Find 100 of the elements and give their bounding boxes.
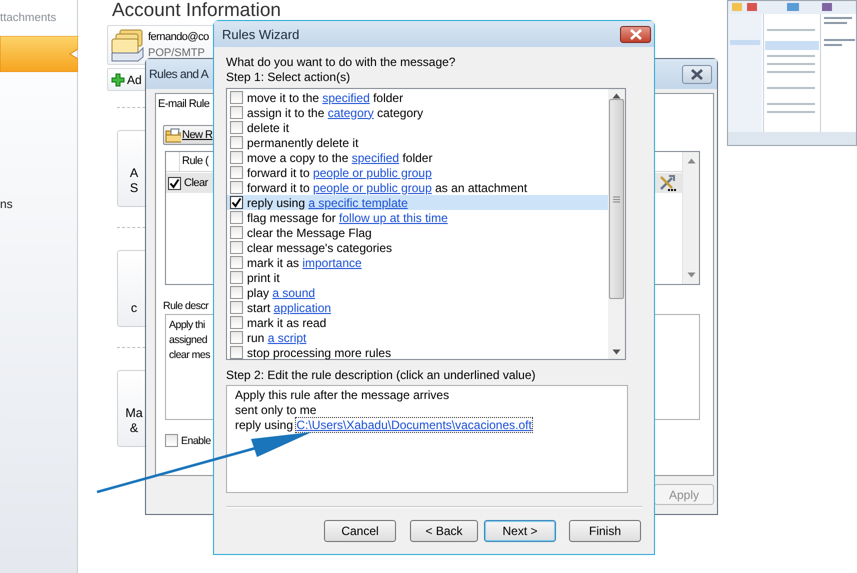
action-text: mark it as importance — [247, 256, 362, 270]
description-text: sent only to me — [235, 403, 316, 418]
checkbox[interactable] — [230, 121, 243, 134]
link[interactable]: a script — [268, 330, 306, 344]
rule-name: Clear — [184, 177, 208, 189]
action-item[interactable]: mark it as read — [227, 315, 608, 330]
folder-stack-icon — [110, 27, 146, 63]
page-heading: Account Information — [112, 0, 281, 22]
close-icon — [690, 68, 704, 80]
action-item[interactable]: clear the Message Flag — [227, 225, 608, 240]
link[interactable]: importance — [302, 256, 362, 270]
action-item[interactable]: assign it to the category category — [227, 105, 608, 120]
checkbox[interactable] — [230, 271, 243, 284]
link[interactable]: application — [274, 300, 332, 314]
action-item[interactable]: clear message's categories — [227, 240, 608, 255]
action-text: reply using a specific template — [247, 196, 408, 210]
action-text: print it — [247, 270, 280, 284]
description-text: reply using C:\Users\Xabadu\Documents\vacaciones.oft — [235, 418, 532, 433]
checkbox[interactable] — [165, 434, 178, 447]
account-email: fernando@co — [148, 30, 209, 45]
description-text: Apply thi — [169, 318, 205, 333]
link[interactable]: a specific template — [308, 196, 408, 210]
checkbox[interactable] — [230, 91, 243, 104]
close-button[interactable] — [620, 26, 651, 42]
link[interactable]: follow up at this time — [339, 210, 448, 224]
checkbox[interactable] — [230, 286, 243, 299]
dialog-button[interactable]: Cancel — [324, 520, 396, 542]
window-title: Rules and A — [149, 67, 208, 81]
checkbox[interactable] — [230, 181, 243, 194]
action-item[interactable]: forward it to people or public group — [227, 165, 608, 180]
action-item[interactable]: print it — [227, 270, 608, 285]
action-text: forward it to people or public group — [247, 166, 432, 180]
action-item[interactable]: stop processing more rules — [227, 345, 608, 360]
action-text: flag message for follow up at this time — [247, 210, 448, 224]
action-item[interactable]: move a copy to the specified folder — [227, 150, 608, 165]
checkbox[interactable] — [230, 316, 243, 329]
action-item[interactable]: flag message for follow up at this time — [227, 210, 608, 225]
action-text: move a copy to the specified folder — [247, 150, 432, 164]
action-item[interactable]: reply using a specific template — [227, 195, 608, 210]
action-item[interactable]: forward it to people or public group as an attachment — [227, 180, 608, 195]
action-text: forward it to people or public group as an attachment — [247, 180, 528, 194]
action-item[interactable]: start application — [227, 300, 608, 315]
action-text: clear the Message Flag — [247, 226, 372, 240]
action-text: mark it as read — [247, 316, 326, 330]
checkbox[interactable] — [230, 196, 243, 209]
account-type: POP/SMTP — [148, 46, 206, 61]
scrollbar[interactable] — [608, 89, 625, 359]
folder-icon — [165, 127, 181, 143]
scrollbar[interactable] — [682, 152, 699, 284]
checkbox[interactable] — [230, 136, 243, 149]
action-text: play a sound — [247, 286, 316, 300]
dialog-button[interactable]: Finish — [569, 520, 641, 542]
link[interactable]: category — [328, 106, 374, 120]
link[interactable]: specified — [352, 150, 400, 164]
checkbox[interactable] — [230, 346, 243, 359]
action-text: clear message's categories — [247, 240, 392, 254]
action-item[interactable]: run a script — [227, 330, 608, 345]
checkbox[interactable] — [230, 256, 243, 269]
grip-icon — [613, 196, 620, 202]
sidebar-item[interactable]: ns — [0, 196, 77, 212]
tools-icon — [658, 174, 676, 192]
link[interactable]: people or public group — [313, 180, 432, 194]
close-icon — [628, 28, 642, 40]
description-text: clear mes — [169, 348, 210, 363]
action-item[interactable]: mark it as importance — [227, 255, 608, 270]
description-text: Apply this rule after the message arrives — [235, 388, 450, 403]
action-text: stop processing more rules — [247, 346, 392, 360]
link[interactable]: people or public group — [313, 166, 432, 180]
scroll-up-icon — [686, 158, 696, 164]
action-text: run a script — [247, 330, 306, 344]
plus-icon — [111, 72, 125, 86]
scroll-down-icon — [686, 272, 696, 278]
description-text: assigned — [169, 333, 208, 348]
column-header: Rule ( — [181, 154, 208, 169]
checkbox[interactable] — [230, 106, 243, 119]
checkbox[interactable] — [230, 166, 243, 179]
scrollbar-thumb[interactable] — [609, 99, 624, 299]
checkbox[interactable] — [230, 211, 243, 224]
step-label: Step 2: Edit the rule description (click an underlined value) — [226, 368, 536, 383]
step-label: Step 1: Select action(s) — [226, 70, 350, 85]
checkbox[interactable] — [230, 301, 243, 314]
dialog-button[interactable]: < Back — [410, 520, 478, 542]
action-item[interactable]: play a sound — [227, 285, 608, 300]
link[interactable]: C:\Users\Xabadu\Documents\vacaciones.oft — [296, 418, 532, 432]
checkbox[interactable] — [230, 151, 243, 164]
checkbox[interactable] — [168, 176, 181, 190]
field-label: Rule descr — [163, 299, 208, 314]
action-item[interactable]: move it to the specified folder — [227, 90, 608, 105]
link[interactable]: specified — [322, 90, 370, 104]
checkbox[interactable] — [230, 241, 243, 254]
action-text: move it to the specified folder — [247, 90, 404, 104]
checkbox-label: Enable — [181, 434, 211, 446]
close-button[interactable] — [682, 64, 712, 84]
link[interactable]: a sound — [272, 286, 316, 300]
checkbox[interactable] — [230, 331, 243, 344]
action-text: assign it to the category category — [247, 106, 424, 120]
checkbox[interactable] — [230, 226, 243, 239]
tab[interactable]: E-mail Rule — [158, 96, 210, 112]
selection-highlight[interactable] — [0, 36, 78, 72]
dialog-button[interactable]: Next > — [484, 520, 556, 542]
